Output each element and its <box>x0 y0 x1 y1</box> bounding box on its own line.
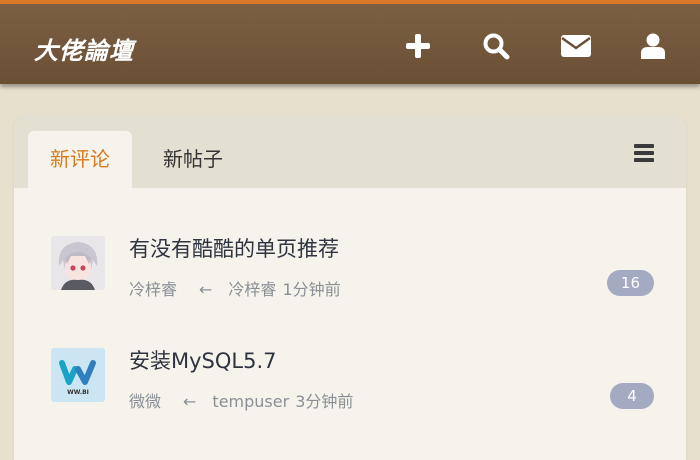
discussion-panel: 新评论 新帖子 有没有酷酷的单页推荐 冷梓睿 ← 冷梓睿 1分钟前 16 WW.… <box>14 114 686 460</box>
reply-arrow-icon: ← <box>183 392 197 411</box>
post-title[interactable]: 安装MySQL5.7 <box>129 345 277 375</box>
reply-count-badge: 4 <box>610 383 654 409</box>
anime-avatar[interactable] <box>51 236 105 290</box>
post-time: 3分钟前 <box>295 392 354 411</box>
post-row[interactable]: WW.BI 安装MySQL5.7 微微 ← tempuser 3分钟前 4 <box>14 320 686 430</box>
reply-arrow-icon: ← <box>199 280 213 299</box>
post-time: 1分钟前 <box>282 280 341 299</box>
hamburger-menu-icon[interactable] <box>634 144 654 166</box>
w-logo-avatar[interactable]: WW.BI <box>51 348 105 402</box>
post-row[interactable]: 有没有酷酷的单页推荐 冷梓睿 ← 冷梓睿 1分钟前 16 <box>14 206 686 316</box>
top-navbar: 大佬論壇 <box>0 0 700 84</box>
site-logo[interactable]: 大佬論壇 <box>34 31 134 66</box>
plus-icon[interactable] <box>402 30 434 62</box>
last-replier[interactable]: tempuser <box>212 392 289 411</box>
tab-new-posts[interactable]: 新帖子 <box>141 131 245 188</box>
post-title[interactable]: 有没有酷酷的单页推荐 <box>129 233 339 263</box>
search-icon[interactable] <box>480 30 512 62</box>
post-author[interactable]: 冷梓睿 <box>129 280 177 299</box>
user-icon[interactable] <box>637 30 669 62</box>
envelope-icon[interactable] <box>560 30 592 62</box>
post-author[interactable]: 微微 <box>129 392 161 411</box>
tab-new-comments[interactable]: 新评论 <box>28 131 132 188</box>
last-replier[interactable]: 冷梓睿 <box>228 280 276 299</box>
post-meta: 冷梓睿 ← 冷梓睿 1分钟前 <box>129 276 347 300</box>
post-meta: 微微 ← tempuser 3分钟前 <box>129 388 359 412</box>
avatar-caption: WW.BI <box>67 389 89 396</box>
tab-bar: 新评论 新帖子 <box>14 114 686 188</box>
reply-count-badge: 16 <box>606 270 654 296</box>
